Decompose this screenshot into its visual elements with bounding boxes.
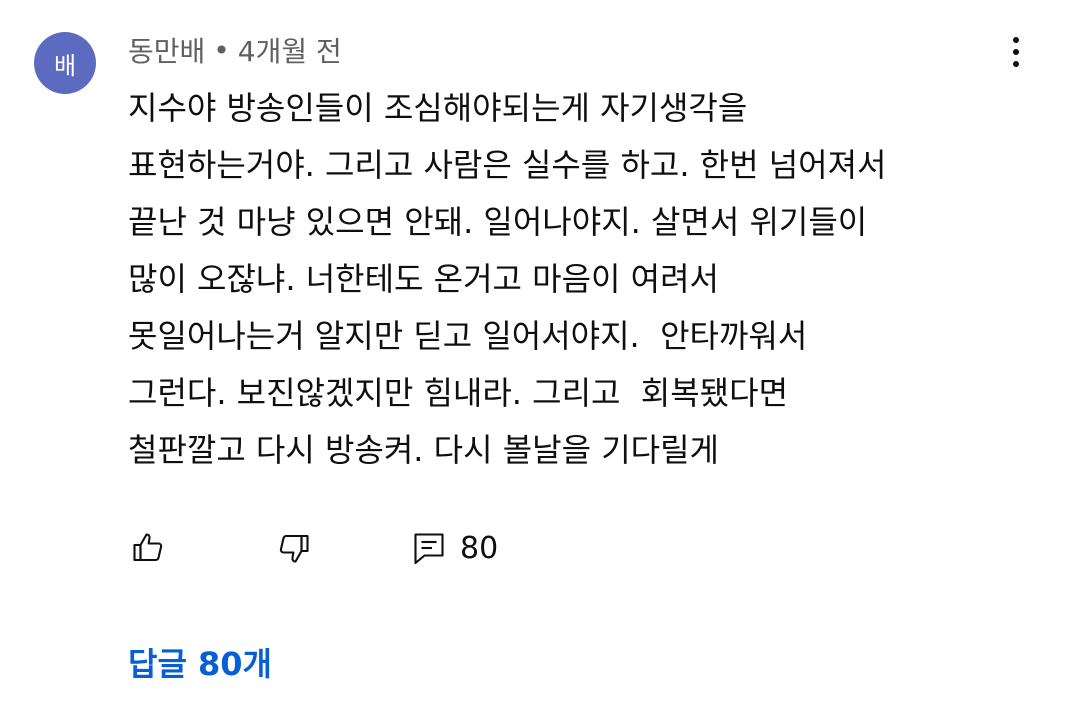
comment-line: 그런다. 보진않겠지만 힘내라. 그리고 회복됐다면 (128, 374, 789, 412)
thumbs-up-icon (133, 533, 163, 562)
reply-button[interactable]: 80 (412, 522, 498, 574)
like-button[interactable] (130, 522, 166, 574)
avatar[interactable]: 배 (34, 32, 96, 94)
comment-line: 지수야 방송인들이 조심해야되는게 자기생각을 (128, 89, 748, 127)
thumbs-down-icon (279, 534, 309, 563)
more-vert-icon-dot (1013, 61, 1019, 67)
comment-line: 표현하는거야. 그리고 사람은 실수를 하고. 한번 넘어져서 (128, 146, 887, 184)
dislike-button[interactable] (276, 522, 312, 574)
comment-text: 지수야 방송인들이 조심해야되는게 자기생각을 표현하는거야. 그리고 사람은 … (128, 80, 1058, 479)
comment-time: 4개월 전 (237, 35, 342, 68)
comment-actions: 80 (128, 522, 628, 574)
author-name[interactable]: 동만배 (128, 30, 205, 70)
meta-separator: • (213, 33, 230, 67)
more-vert-icon-dot (1013, 37, 1019, 43)
reply-count: 80 (460, 530, 499, 566)
comment-line: 많이 오잖냐. 너한테도 온거고 마음이 여려서 (128, 260, 719, 298)
comment-icon (414, 533, 444, 565)
comment-meta: 동만배 • 4개월 전 (128, 28, 342, 72)
more-options-button[interactable] (996, 30, 1036, 74)
more-vert-icon-dot (1013, 49, 1019, 55)
comment-line: 끝난 것 마냥 있으면 안돼. 일어나야지. 살면서 위기들이 (128, 203, 868, 241)
comment-line: 철판깔고 다시 방송켜. 다시 볼날을 기다릴게 (128, 431, 719, 469)
avatar-letter: 배 (53, 51, 77, 80)
view-replies-button[interactable]: 답글 80개 (128, 640, 272, 688)
comment-item: 배 동만배 • 4개월 전 지수야 방송인들이 조심해야되는게 자기생각을 표현… (0, 0, 1080, 721)
comment-line: 못일어나는거 알지만 딛고 일어서야지. 안타까워서 (128, 317, 808, 355)
